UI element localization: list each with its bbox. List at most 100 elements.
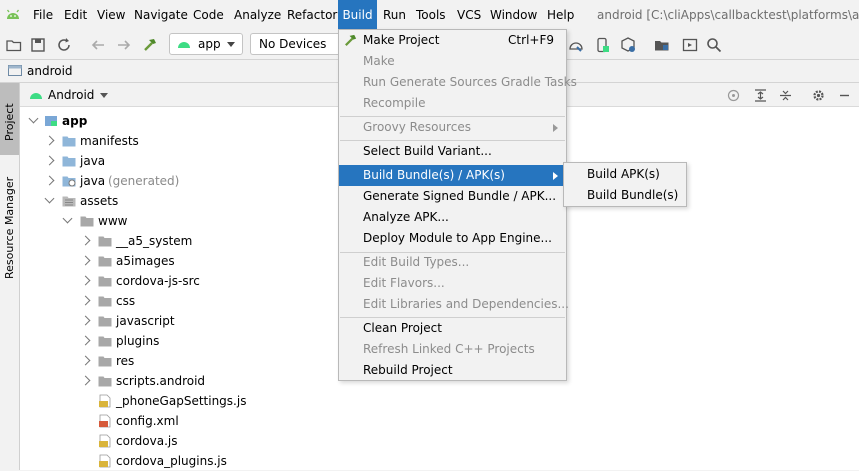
locate-target-icon[interactable] — [727, 89, 740, 102]
run-config-select[interactable]: app — [169, 33, 243, 55]
menu-run[interactable]: Run — [383, 0, 406, 31]
chevron-right-icon[interactable] — [80, 355, 91, 366]
menu-item-deploy-app-engine[interactable]: Deploy Module to App Engine... — [339, 228, 566, 249]
submenu-item-build-apks[interactable]: Build APK(s) — [564, 164, 686, 185]
chevron-down-icon[interactable] — [28, 113, 39, 124]
avd-manager-icon[interactable] — [594, 37, 610, 53]
folder-gray-icon — [98, 256, 112, 267]
menu-item-edit-flavors[interactable]: Edit Flavors... — [339, 273, 566, 294]
breadcrumb-project[interactable]: android — [27, 60, 73, 82]
tree-item-label: www — [98, 214, 128, 228]
project-structure-icon[interactable] — [620, 37, 636, 53]
menu-help[interactable]: Help — [547, 0, 574, 31]
save-all-icon[interactable] — [30, 37, 46, 53]
tree-item-cordova-js[interactable]: cordova.js — [20, 431, 859, 451]
chevron-right-icon[interactable] — [80, 235, 91, 246]
tab-resource-manager[interactable]: Resource Manager — [0, 161, 19, 289]
tab-project[interactable]: Project — [0, 83, 19, 155]
search-icon[interactable] — [706, 37, 722, 53]
menu-item-label: Build Bundle(s) / APK(s) — [363, 168, 505, 182]
menu-navigate[interactable]: Navigate — [134, 0, 188, 31]
menu-item-clean-project[interactable]: Clean Project — [339, 318, 566, 339]
build-bundles-submenu: Build APK(s) Build Bundle(s) — [563, 162, 687, 207]
tree-item-phonegapsettings-js[interactable]: _phoneGapSettings.js — [20, 391, 859, 411]
chevron-down-icon[interactable] — [44, 193, 55, 204]
menu-item-refresh-cpp[interactable]: Refresh Linked C++ Projects — [339, 339, 566, 360]
chevron-down-icon[interactable] — [62, 213, 73, 224]
folder-gray-icon — [98, 356, 112, 367]
chevron-right-icon — [553, 172, 558, 180]
menu-edit[interactable]: Edit — [64, 0, 87, 31]
device-label: No Devices — [259, 37, 327, 51]
chevron-right-icon[interactable] — [80, 255, 91, 266]
gear-icon[interactable] — [812, 89, 825, 102]
project-folder-icon — [8, 65, 22, 76]
chevron-right-icon[interactable] — [80, 295, 91, 306]
menu-file[interactable]: File — [33, 0, 53, 31]
menu-window[interactable]: Window — [490, 0, 537, 31]
sync-icon[interactable] — [56, 37, 72, 53]
menu-item-analyze-apk[interactable]: Analyze APK... — [339, 207, 566, 228]
menu-item-recompile[interactable]: Recompile — [339, 93, 566, 114]
menu-item-make[interactable]: Make — [339, 51, 566, 72]
tree-item-label: java — [80, 154, 106, 168]
chevron-right-icon[interactable] — [44, 155, 55, 166]
project-folder-icon[interactable] — [654, 37, 670, 53]
menu-item-edit-libraries[interactable]: Edit Libraries and Dependencies... — [339, 294, 569, 315]
collapse-all-icon[interactable] — [779, 89, 792, 102]
menu-item-generate-signed-bundle[interactable]: Generate Signed Bundle / APK... — [339, 186, 566, 207]
tree-item-label: cordova-js-src — [116, 274, 200, 288]
menu-item-build-bundles-apks[interactable]: Build Bundle(s) / APK(s) — [339, 165, 566, 186]
xml-file-icon — [99, 414, 111, 428]
chevron-right-icon[interactable] — [80, 335, 91, 346]
tree-item-cordova-plugins-js[interactable]: cordova_plugins.js — [20, 451, 859, 471]
menu-item-label: Select Build Variant... — [363, 144, 492, 158]
minimize-icon[interactable] — [838, 89, 851, 102]
expand-all-icon[interactable] — [754, 89, 767, 102]
terminal-run-icon[interactable] — [682, 37, 698, 53]
menu-item-label: Refresh Linked C++ Projects — [363, 342, 535, 356]
menu-item-make-project[interactable]: Make Project Ctrl+F9 — [339, 30, 566, 51]
tree-item-suffix: (generated) — [108, 174, 180, 188]
tree-item-label: scripts.android — [116, 374, 206, 388]
open-folder-icon[interactable] — [6, 37, 22, 53]
android-studio-logo-icon — [6, 9, 20, 19]
menu-code[interactable]: Code — [193, 0, 224, 31]
chevron-right-icon[interactable] — [80, 275, 91, 286]
menu-item-label: Rebuild Project — [363, 363, 453, 377]
tree-item-config-xml[interactable]: config.xml — [20, 411, 859, 431]
js-file-icon — [99, 434, 111, 448]
chevron-right-icon[interactable] — [80, 375, 91, 386]
chevron-down-icon[interactable] — [100, 93, 108, 98]
folder-gray-icon — [98, 236, 112, 247]
project-view-select[interactable]: Android — [48, 83, 94, 107]
menu-item-select-build-variant[interactable]: Select Build Variant... — [339, 141, 566, 162]
android-icon — [178, 42, 190, 48]
tree-item-label: cordova.js — [116, 434, 178, 448]
menu-item-groovy-resources[interactable]: Groovy Resources — [339, 117, 566, 138]
forward-arrow-icon[interactable] — [116, 37, 132, 53]
tree-item-label: css — [116, 294, 136, 308]
tree-item-label: _phoneGapSettings.js — [116, 394, 247, 408]
menu-item-label: Deploy Module to App Engine... — [363, 231, 552, 245]
sdk-manager-icon[interactable] — [568, 37, 584, 53]
submenu-item-build-bundles[interactable]: Build Bundle(s) — [564, 185, 686, 206]
chevron-right-icon[interactable] — [80, 315, 91, 326]
menu-build[interactable]: Build — [338, 0, 377, 31]
menu-item-edit-build-types[interactable]: Edit Build Types... — [339, 252, 566, 273]
run-config-label: app — [198, 37, 221, 51]
menu-item-rebuild-project[interactable]: Rebuild Project — [339, 360, 566, 381]
menu-refactor[interactable]: Refactor — [287, 0, 337, 31]
menu-vcs[interactable]: VCS — [457, 0, 481, 31]
chevron-right-icon[interactable] — [44, 175, 55, 186]
menu-view[interactable]: View — [97, 0, 125, 31]
make-hammer-icon[interactable] — [142, 37, 158, 53]
device-select[interactable]: No Devices — [250, 33, 340, 55]
menu-item-label: Build APK(s) — [587, 167, 660, 181]
menu-analyze[interactable]: Analyze — [234, 0, 281, 31]
chevron-right-icon[interactable] — [44, 135, 55, 146]
back-arrow-icon[interactable] — [90, 37, 106, 53]
menu-item-run-generate-sources[interactable]: Run Generate Sources Gradle Tasks — [339, 72, 577, 93]
tree-item-label: res — [116, 354, 135, 368]
menu-tools[interactable]: Tools — [416, 0, 446, 31]
